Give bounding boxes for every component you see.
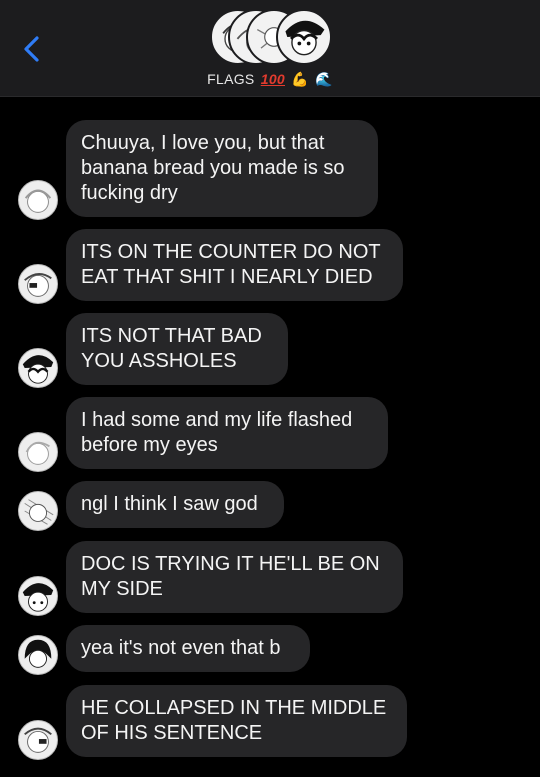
avatar[interactable] [18,432,58,472]
avatar[interactable] [18,180,58,220]
water-wave-icon: 🌊 [315,71,333,87]
avatar-hat-2-icon [22,583,54,612]
chat-header: FLAGS 100 💪 🌊 [0,0,540,97]
message-bubble[interactable]: ngl I think I saw god [66,481,284,528]
message-bubble[interactable]: ITS NOT THAT BAD YOU ASSHOLES [66,313,288,385]
flexed-biceps-icon: 💪 [291,71,309,87]
group-name[interactable]: FLAGS 100 💪 🌊 [0,71,540,88]
avatar-hatched-icon [24,499,54,525]
avatar[interactable] [18,635,58,675]
avatar[interactable] [18,348,58,388]
group-avatar [276,9,332,65]
avatar[interactable] [18,491,58,531]
chevron-left-icon [24,36,39,62]
hundred-points-icon: 100 [260,71,285,87]
avatar-light-hair-2-icon [25,441,50,465]
avatar-dark-hair-icon [24,639,52,668]
message-thread[interactable]: Chuuya, I love you, but that banana brea… [0,97,540,777]
message-bubble[interactable]: I had some and my life flashed before my… [66,397,388,469]
group-avatar-stack[interactable] [210,9,332,65]
avatar-eyepatch-icon [24,273,52,297]
avatar[interactable] [18,720,58,760]
message-bubble[interactable]: HE COLLAPSED IN THE MIDDLE OF HIS SENTEN… [66,685,407,757]
message-bubble[interactable]: Chuuya, I love you, but that banana brea… [66,120,378,217]
avatar[interactable] [18,264,58,304]
message-bubble[interactable]: ITS ON THE COUNTER DO NOT EAT THAT SHIT … [66,229,403,301]
avatar-hat-icon [22,355,54,384]
back-button[interactable] [18,32,46,66]
group-name-label: FLAGS [207,71,255,87]
avatar-eyepatch-2-icon [24,727,52,753]
avatar[interactable] [18,576,58,616]
message-bubble[interactable]: DOC IS TRYING IT HE'LL BE ON MY SIDE [66,541,403,613]
avatar-light-hair-icon [24,189,52,213]
message-bubble[interactable]: yea it's not even that b [66,625,310,672]
